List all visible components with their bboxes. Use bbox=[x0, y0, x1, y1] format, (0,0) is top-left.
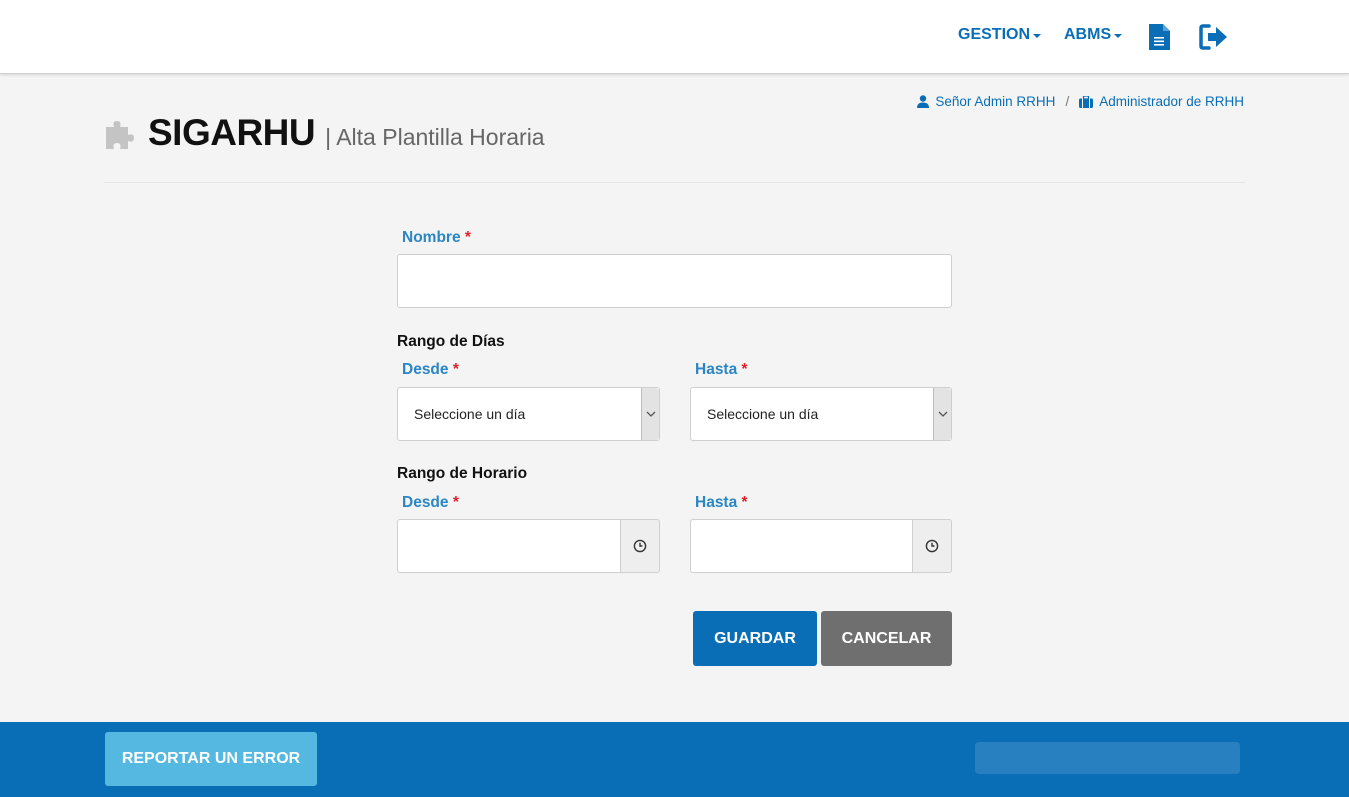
dias-desde-label: Desde * bbox=[402, 361, 459, 379]
hora-hasta-input[interactable] bbox=[690, 519, 912, 573]
hora-desde-input[interactable] bbox=[397, 519, 620, 573]
required-mark: * bbox=[464, 229, 471, 246]
puzzle-icon bbox=[106, 121, 134, 149]
dias-hasta-label-text: Hasta bbox=[695, 361, 738, 378]
dias-hasta-select[interactable]: Seleccione un día bbox=[690, 387, 952, 441]
briefcase-icon bbox=[1079, 95, 1094, 108]
rango-horario-label: Rango de Horario bbox=[397, 465, 528, 482]
report-error-button[interactable]: REPORTAR UN ERROR bbox=[105, 732, 317, 786]
caret-down-icon bbox=[1114, 34, 1123, 38]
breadcrumb-user-label: Señor Admin RRHH bbox=[935, 94, 1056, 109]
dias-desde-label-text: Desde bbox=[402, 361, 449, 378]
hora-hasta-label: Hasta * bbox=[695, 494, 748, 512]
hora-desde-label-text: Desde bbox=[402, 494, 449, 511]
footer-watermark-logo bbox=[975, 742, 1240, 774]
dias-desde-select-value: Seleccione un día bbox=[414, 406, 526, 422]
breadcrumb-role[interactable]: Administrador de RRHH bbox=[1079, 94, 1244, 109]
header-divider bbox=[104, 182, 1245, 183]
nav-abms-menu[interactable]: ABMS bbox=[1064, 26, 1123, 44]
footer: REPORTAR UN ERROR bbox=[0, 722, 1349, 797]
document-icon[interactable] bbox=[1149, 24, 1170, 55]
nav-gestion-menu[interactable]: GESTION bbox=[958, 26, 1042, 44]
dias-hasta-label: Hasta * bbox=[695, 361, 748, 379]
caret-down-icon bbox=[1033, 34, 1042, 38]
breadcrumb: Señor Admin RRHH / Administrador de RRHH bbox=[917, 94, 1244, 109]
hora-desde-label: Desde * bbox=[402, 494, 459, 512]
clock-icon[interactable] bbox=[620, 519, 660, 573]
dias-desde-select[interactable]: Seleccione un día bbox=[397, 387, 660, 441]
clock-icon[interactable] bbox=[912, 519, 952, 573]
logout-icon[interactable] bbox=[1199, 24, 1229, 55]
required-mark: * bbox=[741, 494, 748, 511]
breadcrumb-user[interactable]: Señor Admin RRHH bbox=[917, 94, 1055, 109]
nombre-input[interactable] bbox=[397, 254, 952, 308]
rango-dias-label: Rango de Días bbox=[397, 333, 505, 350]
page-header: SIGARHU | Alta Plantilla Horaria bbox=[104, 112, 545, 154]
required-mark: * bbox=[452, 494, 459, 511]
hora-hasta-label-text: Hasta bbox=[695, 494, 738, 511]
hora-desde-field bbox=[397, 519, 660, 573]
chevron-down-icon bbox=[933, 388, 951, 440]
nav-gestion-label: GESTION bbox=[958, 26, 1031, 43]
nav-abms-label: ABMS bbox=[1064, 26, 1112, 43]
save-button[interactable]: GUARDAR bbox=[693, 611, 817, 666]
required-mark: * bbox=[741, 361, 748, 378]
breadcrumb-separator: / bbox=[1065, 94, 1070, 109]
hora-hasta-field bbox=[690, 519, 952, 573]
required-mark: * bbox=[452, 361, 459, 378]
nombre-label: Nombre * bbox=[402, 229, 471, 247]
user-icon bbox=[917, 95, 930, 108]
page-title: SIGARHU bbox=[148, 112, 316, 153]
cancel-button[interactable]: CANCELAR bbox=[821, 611, 952, 666]
chevron-down-icon bbox=[641, 388, 659, 440]
breadcrumb-role-label: Administrador de RRHH bbox=[1099, 94, 1244, 109]
top-navbar: GESTION ABMS bbox=[0, 0, 1349, 74]
nombre-label-text: Nombre bbox=[402, 229, 461, 246]
dias-hasta-select-value: Seleccione un día bbox=[707, 406, 819, 422]
page-subtitle: | Alta Plantilla Horaria bbox=[325, 123, 545, 150]
